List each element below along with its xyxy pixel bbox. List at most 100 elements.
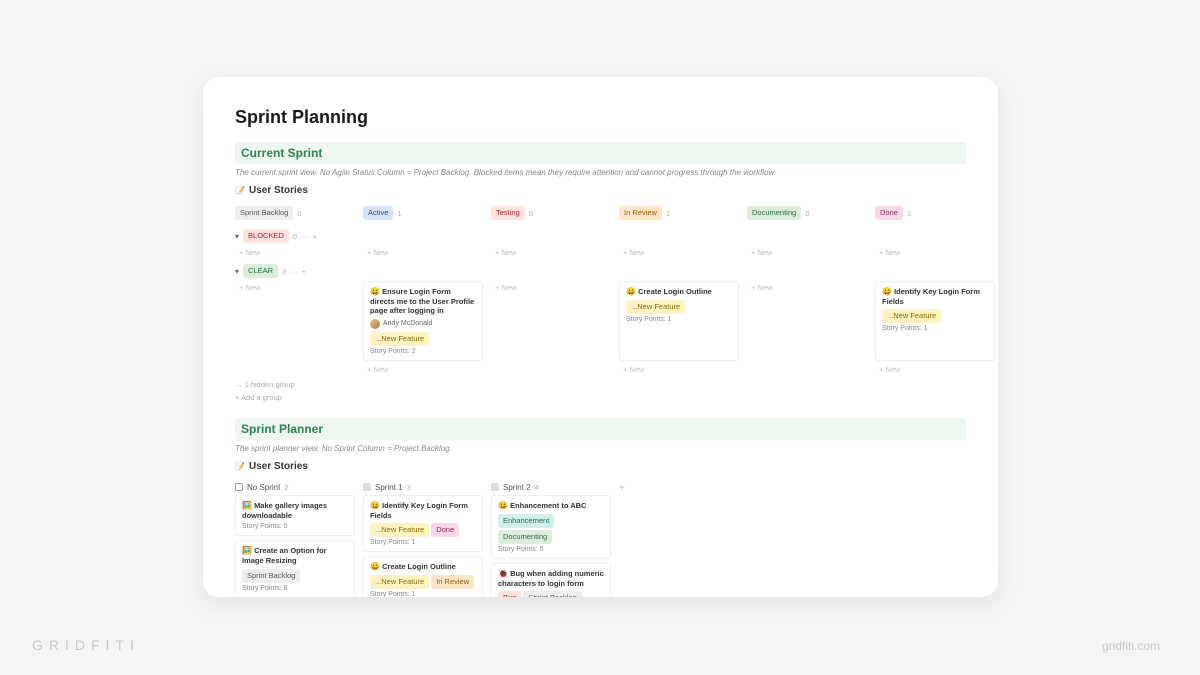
card-points: Story Points: 8 [242, 585, 348, 592]
group-row-clear[interactable]: ▾ CLEAR 3 ··· + [235, 261, 966, 281]
chevron-down-icon: ▾ [235, 232, 239, 241]
database-title-row[interactable]: 📝 User Stories [235, 461, 966, 472]
notebook-icon: 📝 [235, 186, 245, 195]
new-card-button[interactable]: + New [491, 281, 611, 361]
group-more-icon[interactable]: ··· [301, 232, 309, 241]
card-points: Story Points: 1 [882, 325, 988, 332]
card-title: 😀 Create Login Outline [370, 562, 476, 572]
group-add-icon[interactable]: + [313, 232, 317, 241]
blocked-new-row: + New + New + New + New + New + New [235, 246, 966, 259]
card-tag: Enhancement [498, 514, 554, 528]
card-points: Story Points: 1 [370, 591, 476, 597]
card-title: 🐞 Bug when adding numeric characters to … [498, 569, 604, 588]
card-sprint1-1[interactable]: 😀 Identify Key Login Form Fields ...New … [363, 495, 483, 552]
card-sprint1-2[interactable]: 😀 Create Login Outline ...New FeatureIn … [363, 556, 483, 597]
card-tag: Bug [498, 591, 521, 597]
page-icon [363, 483, 371, 491]
app-window: Sprint Planning Current Sprint The curre… [203, 77, 998, 597]
card-active[interactable]: 😀 Ensure Login Form directs me to the Us… [363, 281, 483, 361]
new-card-button[interactable]: + New [875, 246, 995, 259]
card-points: Story Points: 5 [242, 523, 348, 530]
watermark-brand: GRIDFITI [32, 637, 140, 653]
section-description: The sprint planner view. No Sprint Colum… [235, 444, 966, 453]
card-title: 😀 Ensure Login Form directs me to the Us… [370, 287, 476, 316]
group-more-icon[interactable]: ··· [290, 267, 298, 276]
card-tag: In Review [431, 575, 474, 589]
page-title: Sprint Planning [235, 107, 966, 128]
card-title: 😀 Enhancement to ABC [498, 501, 604, 511]
card-tag: Sprint Backlog [523, 591, 581, 597]
empty-page-icon [235, 483, 243, 491]
picture-icon: 🖼️ [242, 546, 252, 555]
card-points: Story Points: 2 [370, 348, 476, 355]
add-column-button[interactable]: + [619, 480, 625, 597]
card-no-sprint-1[interactable]: 🖼️ Make gallery images downloadable Stor… [235, 495, 355, 536]
planner-column-sprint-1: Sprint 1 3 😀 Identify Key Login Form Fie… [363, 480, 483, 597]
smile-icon: 😀 [370, 562, 380, 571]
database-title: User Stories [249, 461, 308, 472]
card-tag: ...New Feature [370, 332, 429, 346]
column-header-active[interactable]: Active1 [363, 204, 483, 222]
smile-icon: 😀 [370, 287, 380, 296]
group-count: 3 [282, 267, 286, 276]
card-points: Story Points: 1 [370, 539, 476, 546]
new-card-button[interactable]: + New [491, 246, 611, 259]
database-title: User Stories [249, 185, 308, 196]
new-card-button[interactable]: + New [235, 281, 355, 361]
group-row-blocked[interactable]: ▾ BLOCKED 0 ··· + [235, 226, 966, 246]
column-header-sprint-2[interactable]: Sprint 2 4 [491, 480, 611, 495]
picture-icon: 🖼️ [242, 501, 252, 510]
section-header-current-sprint: Current Sprint [235, 142, 966, 164]
new-card-button[interactable]: + New [747, 246, 867, 259]
planner-column-sprint-2: Sprint 2 4 😀 Enhancement to ABC Enhancem… [491, 480, 611, 597]
chevron-down-icon: ▾ [235, 267, 239, 276]
clear-row: + New 😀 Ensure Login Form directs me to … [235, 281, 966, 361]
card-points: Story Points: 5 [498, 546, 604, 553]
page-icon [491, 483, 499, 491]
column-header-testing[interactable]: Testing0 [491, 204, 611, 222]
group-label-clear: CLEAR [243, 264, 278, 278]
new-card-button[interactable]: + New [363, 363, 483, 376]
new-card-button[interactable]: + New [363, 246, 483, 259]
card-tag: ...New Feature [626, 300, 685, 314]
card-title: 😀 Identify Key Login Form Fields [370, 501, 476, 520]
card-tag: Done [431, 523, 459, 537]
database-title-row[interactable]: 📝 User Stories [235, 185, 966, 196]
notebook-icon: 📝 [235, 462, 245, 471]
new-card-button[interactable]: + New [875, 363, 995, 376]
card-tag: Documenting [498, 530, 552, 544]
card-sprint2-2[interactable]: 🐞 Bug when adding numeric characters to … [491, 563, 611, 597]
column-header-no-sprint[interactable]: No Sprint 2 [235, 480, 355, 495]
card-assignee: Andy McDonald [370, 319, 432, 329]
card-done[interactable]: 😀 Identify Key Login Form Fields ...New … [875, 281, 995, 361]
card-title: 😀 Identify Key Login Form Fields [882, 287, 988, 306]
card-no-sprint-2[interactable]: 🖼️ Create an Option for Image Resizing S… [235, 540, 355, 597]
group-count: 0 [293, 232, 297, 241]
new-card-button[interactable]: + New [619, 363, 739, 376]
column-header-done[interactable]: Done1 [875, 204, 995, 222]
card-title: 😀 Create Login Outline [626, 287, 732, 297]
new-card-button[interactable]: + New [235, 246, 355, 259]
card-tag: ...New Feature [370, 575, 429, 589]
card-in-review[interactable]: 😀 Create Login Outline ...New Feature St… [619, 281, 739, 361]
group-add-icon[interactable]: + [302, 267, 306, 276]
column-header-documenting[interactable]: Documenting0 [747, 204, 867, 222]
new-card-button[interactable]: + New [619, 246, 739, 259]
watermark-url: gridfiti.com [1102, 639, 1160, 653]
planner-column-no-sprint: No Sprint 2 🖼️ Make gallery images downl… [235, 480, 355, 597]
new-card-button[interactable]: + New [747, 281, 867, 361]
card-title: 🖼️ Create an Option for Image Resizing [242, 546, 348, 565]
section-description: The current sprint view. No Agile Status… [235, 168, 966, 177]
column-header-in-review[interactable]: In Review1 [619, 204, 739, 222]
column-header-sprint-backlog[interactable]: Sprint Backlog0 [235, 204, 355, 222]
hidden-group-toggle[interactable]: → 1 hidden group [235, 378, 966, 391]
card-tag: ...New Feature [370, 523, 429, 537]
card-title: 🖼️ Make gallery images downloadable [242, 501, 348, 520]
column-header-sprint-1[interactable]: Sprint 1 3 [363, 480, 483, 495]
smile-icon: 😀 [882, 287, 892, 296]
clear-new-row: + New + New + New [235, 363, 966, 376]
card-sprint2-1[interactable]: 😀 Enhancement to ABC Enhancement Document… [491, 495, 611, 559]
board-column-headers: Sprint Backlog0 Active1 Testing0 In Revi… [235, 204, 966, 222]
card-points: Story Points: 1 [626, 316, 732, 323]
add-group-button[interactable]: + Add a group [235, 391, 966, 404]
